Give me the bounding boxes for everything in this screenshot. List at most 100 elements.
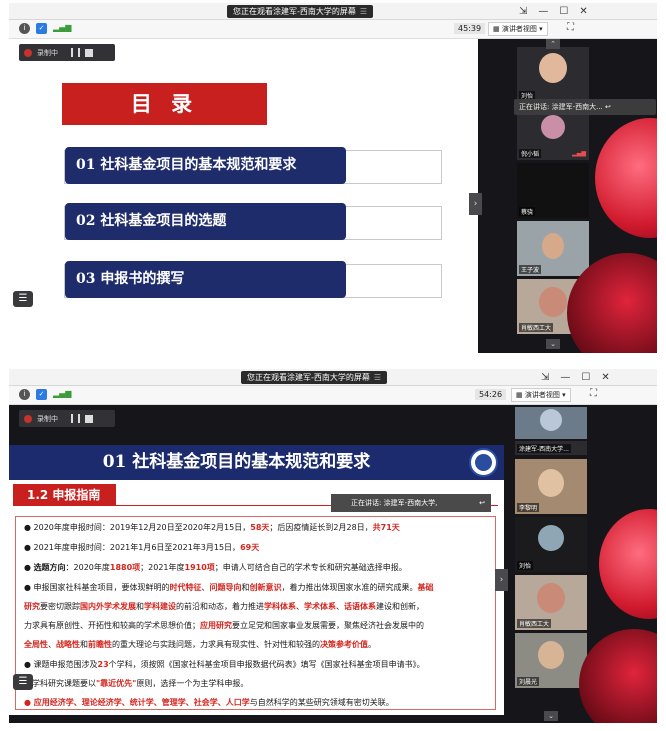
avatar [538, 469, 564, 497]
participant-panel: 涂建军-西南大学... 李黎明 刘怡 肖敏西工大 刘晨光 ⌄ [515, 405, 587, 723]
bullet-line: ● 应用经济学、理论经济学、统计学、管理学、社会学、人口学与自然科学的某些研究领… [24, 698, 394, 707]
recording-label: 录制中 [37, 48, 58, 57]
text-line: 全局性、战略性和前瞻性的重大理论与实践问题，力求具有现实性、针对性和较强的决策参… [24, 640, 376, 649]
text-line: 研究要密切跟踪国内外学术发展和学科建设的前沿和动态，着力推进学科体系、学术体系、… [24, 602, 424, 611]
bullet-line: ● 申报国家社科基金项目，要体现鲜明的时代特征、问题导向和创新意识，着力推出体现… [24, 583, 434, 592]
shield-icon[interactable]: ✓ [36, 23, 47, 34]
avatar [538, 641, 564, 669]
info-icon[interactable]: i [19, 23, 30, 34]
scroll-down-icon[interactable]: ⌄ [546, 339, 560, 349]
toc-item: 01 社科基金项目的基本规范和要求 [64, 147, 442, 184]
avatar [537, 583, 565, 613]
participant-name: 肖敏西工大 [519, 323, 554, 332]
bullet-line: ● 课题申报范围涉及23个学科，须按照《国家社科基金项目申报数据代码表》填写《国… [24, 660, 425, 669]
window-controls: ⇲ — ☐ ✕ [519, 4, 588, 19]
collapse-panel-icon[interactable]: › [495, 569, 508, 591]
pause-icon[interactable] [71, 48, 80, 57]
menu-icon[interactable]: ☰ [13, 674, 33, 690]
info-icon[interactable]: i [19, 389, 30, 400]
recording-icon [24, 48, 32, 57]
minimize-icon[interactable]: — [560, 370, 570, 385]
participant-name: 肖敏西工大 [517, 619, 552, 628]
title-text: 您正在观看涂建军-西南大学的屏幕 [233, 7, 356, 16]
scroll-down-icon[interactable]: ⌄ [544, 711, 558, 721]
title-bar: 您正在观看涂建军-西南大学的屏幕 ☰ ⇲ — ☐ ✕ [9, 3, 657, 20]
avatar [539, 287, 567, 317]
text-line: 力求具有原创性、开拓性和较高的学术思想价值；应用研究要立足党和国家事业发展需要，… [24, 621, 424, 630]
toc-item: 03 申报书的撰写 [64, 261, 442, 298]
shield-icon[interactable]: ✓ [36, 389, 47, 400]
stop-icon[interactable] [85, 414, 93, 423]
recording-bar: 录制中 [19, 44, 115, 61]
screenshot-2: 您正在观看涂建军-西南大学的屏幕 ☰ ⇲ — ☐ ✕ i ✓ ▂▄▆ 54:26 … [9, 369, 657, 723]
avatar [538, 525, 564, 551]
speaker-view-label: 演讲者视图 [524, 391, 560, 399]
participant-tile[interactable]: 肖敏西工大 [515, 575, 587, 630]
recording-label: 录制中 [37, 414, 58, 423]
slide-subtitle: 1.2 申报指南 [13, 484, 116, 506]
speaker-view-label: 演讲者视图 [501, 25, 537, 33]
participant-tile[interactable]: 刘怡 [517, 47, 589, 102]
signal-icon: ▂▄▆ [53, 23, 72, 32]
back-icon[interactable]: ↩ [479, 494, 485, 512]
shared-slide: 01 社科基金项目的基本规范和要求 1.2 申报指南 正在讲话: 涂建军-西南大… [9, 445, 504, 715]
pin-icon[interactable]: ⇲ [541, 370, 549, 385]
meeting-timer: 54:26 [475, 389, 507, 400]
shared-slide: 目 录 01 社科基金项目的基本规范和要求 02 社科基金项目的选题 03 申报… [9, 39, 478, 353]
avatar [541, 115, 565, 139]
bullet-line: ● 2021年度申报时间：2021年1月6日至2021年3月15日，69天 [24, 543, 260, 552]
participant-tile[interactable]: 蔡骁 [517, 163, 589, 218]
slide-title: 目 录 [62, 83, 267, 125]
bullet-line: ● 选题方向：2020年度1880项；2021年度1910项；申请人可结合自己的… [24, 563, 407, 572]
toc-item: 02 社科基金项目的选题 [64, 203, 442, 240]
speaking-label: 正在讲话: 涂建军-西南大学, [351, 499, 438, 507]
participant-tile[interactable]: 刘怡 [515, 517, 587, 572]
wallpaper-shape [579, 629, 657, 723]
recording-bar: 录制中 [19, 410, 115, 427]
scroll-up-icon[interactable]: ⌃ [546, 39, 560, 49]
speaking-indicator: 正在讲话: 涂建军-西南大学, ↩ [331, 494, 491, 512]
minimize-icon[interactable]: — [538, 4, 548, 19]
menu-icon[interactable]: ☰ [374, 373, 381, 382]
avatar [539, 53, 567, 83]
avatar [540, 409, 562, 431]
maximize-icon[interactable]: ☐ [559, 4, 568, 19]
collapse-panel-icon[interactable]: › [469, 193, 482, 215]
pin-icon[interactable]: ⇲ [519, 4, 527, 19]
title-pill: 您正在观看涂建军-西南大学的屏幕 ☰ [241, 371, 388, 384]
menu-icon[interactable]: ☰ [360, 7, 367, 16]
meeting-timer: 45:39 [454, 23, 486, 34]
participant-tile[interactable]: 李黎明 [515, 459, 587, 514]
wallpaper-shape [595, 118, 657, 238]
speaker-view-button[interactable]: ▦ 演讲者视图 ▾ [511, 388, 571, 402]
fullscreen-icon[interactable]: ⛶ [567, 22, 574, 33]
title-bar: 您正在观看涂建军-西南大学的屏幕 ☰ ⇲ — ☐ ✕ [9, 369, 657, 386]
participant-name: 王子波 [519, 265, 542, 274]
menu-icon[interactable]: ☰ [13, 291, 33, 307]
signal-icon: ▂▄▆ [572, 150, 586, 157]
participant-tile[interactable]: 刘晨光 [515, 633, 587, 688]
participant-name: 蔡骁 [519, 207, 536, 216]
slide-title: 01 社科基金项目的基本规范和要求 [102, 452, 371, 472]
screenshot-1: 您正在观看涂建军-西南大学的屏幕 ☰ ⇲ — ☐ ✕ i ✓ ▂▄▆ 45:39 … [9, 3, 657, 353]
stop-icon[interactable] [85, 48, 93, 57]
title-pill: 您正在观看涂建军-西南大学的屏幕 ☰ [227, 5, 374, 18]
toolbar: i ✓ ▂▄▆ 54:26 ▦ 演讲者视图 ▾ ⛶ [9, 386, 657, 405]
toc-item-label: 03 申报书的撰写 [65, 261, 346, 298]
title-text: 您正在观看涂建军-西南大学的屏幕 [247, 373, 370, 382]
participant-name: 李黎明 [517, 503, 540, 512]
desktop-background [579, 369, 657, 723]
participant-name: 刘怡 [517, 561, 534, 570]
participant-tile[interactable]: 王子波 [517, 221, 589, 276]
speaker-view-button[interactable]: ▦ 演讲者视图 ▾ [488, 22, 548, 36]
participant-tile[interactable]: 涂建军-西南大学... [515, 441, 587, 455]
participant-tile[interactable] [515, 407, 587, 439]
avatar [542, 233, 564, 259]
toc-item-label: 01 社科基金项目的基本规范和要求 [65, 147, 346, 184]
participant-name: 涂建军-西南大学... [517, 444, 571, 453]
toc-item-label: 02 社科基金项目的选题 [65, 203, 346, 240]
pause-icon[interactable] [71, 414, 80, 423]
participant-name: 倪小韬 [519, 149, 542, 158]
signal-icon: ▂▄▆ [53, 389, 72, 398]
wallpaper-shape [599, 509, 657, 619]
